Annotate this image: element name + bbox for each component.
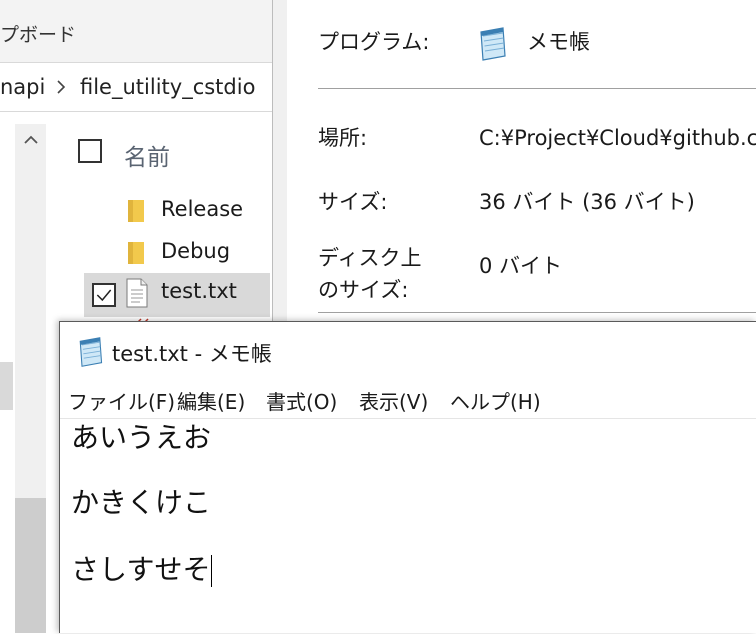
menu-help[interactable]: ヘルプ(H) (450, 386, 541, 415)
select-all-checkbox[interactable] (78, 139, 102, 163)
text-caret (211, 555, 213, 587)
size-value: 36 バイト (36 バイト) (479, 190, 695, 214)
text-file-icon (126, 278, 148, 308)
address-bar[interactable]: napi file_utility_cstdio (0, 62, 274, 112)
file-list-item[interactable]: Debug (84, 233, 270, 277)
menu-edit[interactable]: 編集(E) (177, 386, 245, 415)
program-value: メモ帳 (527, 30, 590, 54)
breadcrumb-item[interactable]: napi (0, 75, 45, 99)
text-line: かきくけこ (71, 486, 212, 519)
menu-file[interactable]: ファイル(F) (68, 386, 175, 415)
ribbon: プボード (0, 0, 274, 62)
file-name: test.txt (161, 279, 237, 303)
size-label: サイズ: (318, 190, 388, 214)
window-title: test.txt - メモ帳 (112, 342, 272, 366)
menu-view[interactable]: 表示(V) (359, 386, 428, 415)
chevron-right-icon (57, 80, 66, 94)
file-name: Debug (161, 239, 231, 263)
ribbon-clipboard-label[interactable]: プボード (0, 20, 76, 47)
nav-scrollbar-thumb[interactable] (15, 498, 46, 633)
divider (318, 312, 756, 313)
location-value[interactable]: C:¥Project¥Cloud¥github.c (479, 122, 756, 154)
disk-size-value: 0 バイト (479, 254, 563, 278)
folder-icon (128, 200, 144, 222)
text-line: あいうえお (71, 421, 212, 454)
name-column-header[interactable]: 名前 (124, 138, 170, 172)
location-label: 場所: (318, 126, 368, 150)
divider (318, 88, 756, 89)
file-list-item[interactable]: Release (84, 191, 270, 235)
menu-format[interactable]: 書式(O) (266, 386, 337, 415)
row-checkbox[interactable] (92, 283, 116, 307)
nav-selected-item[interactable] (0, 362, 13, 410)
file-list-item-selected[interactable]: test.txt (84, 273, 270, 317)
text-edit-area[interactable]: あいうえお かきくけこ さしすせそ (60, 418, 756, 634)
notepad-icon (79, 337, 103, 367)
folder-icon (128, 242, 144, 264)
text-line: さしすせそ (71, 553, 213, 587)
program-label: プログラム: (318, 30, 430, 54)
chevron-up-icon[interactable] (22, 131, 40, 149)
breadcrumb-item[interactable]: file_utility_cstdio (80, 75, 255, 99)
notepad-icon (480, 27, 506, 61)
notepad-window: test.txt - メモ帳 ファイル(F) 編集(E) 書式(O) 表示(V)… (59, 321, 756, 633)
file-name: Release (161, 197, 244, 221)
disk-size-label-line2: のサイズ: (318, 278, 409, 302)
menu-bar: ファイル(F) 編集(E) 書式(O) 表示(V) ヘルプ(H) (60, 382, 756, 419)
disk-size-label-line1: ディスク上 (318, 246, 422, 270)
